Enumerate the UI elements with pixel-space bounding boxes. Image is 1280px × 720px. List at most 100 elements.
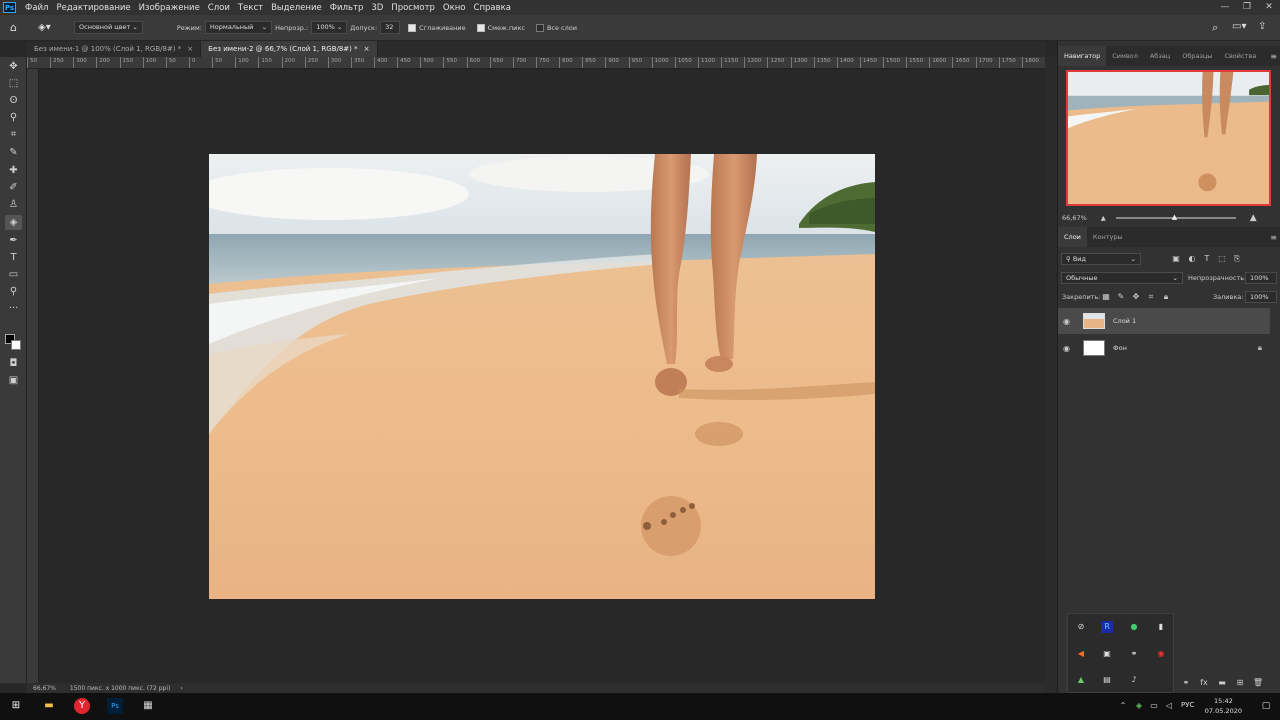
visibility-eye-icon[interactable]: ◉ bbox=[1063, 317, 1075, 326]
brush-tool-icon[interactable]: ✐ bbox=[5, 180, 22, 195]
link-layers-icon[interactable]: ⚭ bbox=[1180, 678, 1192, 687]
lasso-tool-icon[interactable]: ʘ bbox=[5, 93, 22, 108]
tab-paragraph[interactable]: Абзац bbox=[1144, 46, 1176, 66]
close-tab-icon[interactable]: × bbox=[364, 45, 370, 53]
vertical-scrollbar[interactable] bbox=[1045, 57, 1057, 693]
menu-window[interactable]: Окно bbox=[439, 3, 470, 13]
close-button[interactable]: ✕ bbox=[1258, 0, 1280, 15]
tab-character[interactable]: Символ bbox=[1106, 46, 1144, 66]
antialias-checkbox[interactable] bbox=[408, 23, 417, 32]
shield-icon[interactable]: ● bbox=[1128, 621, 1140, 633]
marquee-tool-icon[interactable]: ⬚ bbox=[5, 76, 22, 91]
zoom-tool-icon[interactable]: ⚲ bbox=[5, 284, 22, 299]
new-layer-icon[interactable]: ⊞ bbox=[1234, 678, 1246, 687]
visibility-eye-icon[interactable]: ◉ bbox=[1063, 344, 1075, 353]
tab-layers[interactable]: Слои bbox=[1058, 227, 1087, 247]
hdd-icon[interactable]: ▣ bbox=[1101, 648, 1113, 660]
layer-filter-select[interactable]: ⚲ Вид ⌄ bbox=[1061, 253, 1141, 265]
quick-mask-icon[interactable]: ◘ bbox=[5, 356, 22, 371]
notifications-icon[interactable]: ▢ bbox=[1258, 698, 1274, 714]
tab-paths[interactable]: Контуры bbox=[1087, 227, 1129, 247]
menu-view[interactable]: Просмотр bbox=[387, 3, 439, 13]
menu-layers[interactable]: Слои bbox=[204, 3, 234, 13]
lock-transparent-icon[interactable]: ▦ bbox=[1100, 292, 1112, 301]
paint-bucket-tool-icon[interactable]: ◈ bbox=[5, 215, 22, 230]
new-group-icon[interactable]: ▬ bbox=[1216, 678, 1228, 687]
beach-photo-canvas[interactable] bbox=[209, 154, 875, 599]
shape-tool-icon[interactable]: ▭ bbox=[5, 267, 22, 282]
opacity-field[interactable]: 100% ⌄ bbox=[311, 21, 348, 34]
more-tools-icon[interactable]: ··· bbox=[5, 301, 22, 316]
status-zoom[interactable]: 66,67% bbox=[33, 685, 56, 692]
menu-image[interactable]: Изображение bbox=[135, 3, 204, 13]
menu-select[interactable]: Выделение bbox=[267, 3, 326, 13]
panel-menu-icon[interactable]: ≡ bbox=[1270, 52, 1277, 61]
move-tool-icon[interactable]: ✥ bbox=[5, 59, 22, 74]
layers-menu-icon[interactable]: ≡ bbox=[1270, 233, 1277, 242]
windows-start-icon[interactable]: ⊞ bbox=[8, 698, 24, 714]
navigator-zoom-slider[interactable]: ▲ bbox=[1115, 214, 1236, 221]
layer-opacity-field[interactable]: 100% bbox=[1245, 272, 1277, 284]
filter-adjustment-icon[interactable]: ◐ bbox=[1186, 254, 1198, 263]
yandex-browser-icon[interactable]: Y bbox=[74, 698, 90, 714]
menu-filter[interactable]: Фильтр bbox=[326, 3, 368, 13]
type-tool-icon[interactable]: T bbox=[5, 250, 22, 265]
menu-help[interactable]: Справка bbox=[470, 3, 515, 13]
clock[interactable]: 15:42 07.05.2020 bbox=[1205, 696, 1242, 716]
nvidia-icon[interactable]: ▲ bbox=[1075, 674, 1087, 686]
minimize-button[interactable]: — bbox=[1214, 0, 1236, 15]
rutoken-icon[interactable]: R bbox=[1101, 621, 1113, 633]
menu-type[interactable]: Текст bbox=[234, 3, 267, 13]
search-icon[interactable]: ⌕ bbox=[1212, 21, 1218, 35]
volume-icon[interactable]: ◁ bbox=[1161, 698, 1177, 714]
hidden-network-icon[interactable]: ⊘ bbox=[1075, 621, 1087, 633]
tab-properties[interactable]: Свойства bbox=[1218, 46, 1262, 66]
blend-mode-select[interactable]: Обычные ⌄ bbox=[1061, 272, 1183, 284]
lock-position-icon[interactable]: ✥ bbox=[1130, 292, 1142, 301]
language-indicator[interactable]: РУС bbox=[1181, 701, 1194, 709]
close-tab-icon[interactable]: × bbox=[187, 45, 193, 53]
fill-source-select[interactable]: Основной цвет ⌄ bbox=[74, 21, 143, 34]
restore-button[interactable]: ❐ bbox=[1236, 0, 1258, 15]
mode-select[interactable]: Нормальный ⌄ bbox=[204, 21, 273, 34]
quick-select-tool-icon[interactable]: ⚲ bbox=[5, 110, 22, 125]
tab-swatches[interactable]: Образцы bbox=[1176, 46, 1218, 66]
lock-artboard-icon[interactable]: ⌗ bbox=[1145, 292, 1157, 302]
link-icon[interactable]: ⚭ bbox=[1128, 648, 1140, 660]
navigator-preview[interactable] bbox=[1066, 70, 1271, 206]
tray-expand-icon[interactable]: ⌃ bbox=[1115, 698, 1131, 714]
lock-all-icon[interactable]: 🔒︎ bbox=[1160, 292, 1172, 302]
tab-document-1[interactable]: Без имени-1 @ 100% (Слой 1, RGB/8#) * × bbox=[27, 41, 202, 57]
lock-pixels-icon[interactable]: ✎ bbox=[1115, 292, 1127, 301]
calculator-icon[interactable]: ▦ bbox=[140, 698, 156, 714]
contiguous-checkbox[interactable] bbox=[476, 23, 485, 32]
file-explorer-icon[interactable]: ▬ bbox=[41, 698, 57, 714]
menu-edit[interactable]: Редактирование bbox=[52, 3, 134, 13]
filter-pixel-icon[interactable]: ▣ bbox=[1170, 254, 1182, 263]
share-icon[interactable]: ⇪ bbox=[1258, 21, 1266, 32]
stamp-tool-icon[interactable]: ♙ bbox=[5, 197, 22, 212]
tolerance-field[interactable]: 32 bbox=[380, 21, 401, 34]
layer-style-icon[interactable]: fx bbox=[1198, 678, 1210, 687]
filter-type-icon[interactable]: T bbox=[1201, 254, 1213, 263]
printer-icon[interactable]: ▤ bbox=[1101, 674, 1113, 686]
microphone-icon[interactable]: ♪ bbox=[1128, 674, 1140, 686]
crop-tool-icon[interactable]: ⌗ bbox=[5, 127, 22, 142]
layer-row-layer1[interactable]: ◉ Слой 1 bbox=[1058, 308, 1270, 334]
photoshop-taskbar-icon[interactable]: Ps bbox=[107, 698, 123, 714]
all-layers-checkbox[interactable] bbox=[535, 23, 544, 32]
zoom-slider-thumb[interactable]: ▲ bbox=[1172, 214, 1177, 221]
usb-icon[interactable]: ▮ bbox=[1155, 621, 1167, 633]
home-icon[interactable]: ⌂ bbox=[10, 21, 28, 34]
pen-tool-icon[interactable]: ✒ bbox=[5, 233, 22, 248]
filter-smart-icon[interactable]: ⎘ bbox=[1231, 254, 1243, 264]
background-color-swatch[interactable] bbox=[11, 340, 21, 350]
navigator-zoom-value[interactable]: 66,67% bbox=[1062, 214, 1087, 222]
network-icon[interactable]: ▭ bbox=[1146, 698, 1162, 714]
record-icon[interactable]: ◉ bbox=[1155, 648, 1167, 660]
menu-3d[interactable]: 3D bbox=[367, 3, 387, 13]
delete-layer-icon[interactable]: 🗑︎ bbox=[1252, 678, 1264, 687]
paint-bucket-preset-icon[interactable]: ◈▾ bbox=[38, 22, 60, 33]
workspace-icon[interactable]: ▭▾ bbox=[1232, 21, 1246, 32]
tray-app-icon[interactable]: ◈ bbox=[1131, 698, 1147, 714]
